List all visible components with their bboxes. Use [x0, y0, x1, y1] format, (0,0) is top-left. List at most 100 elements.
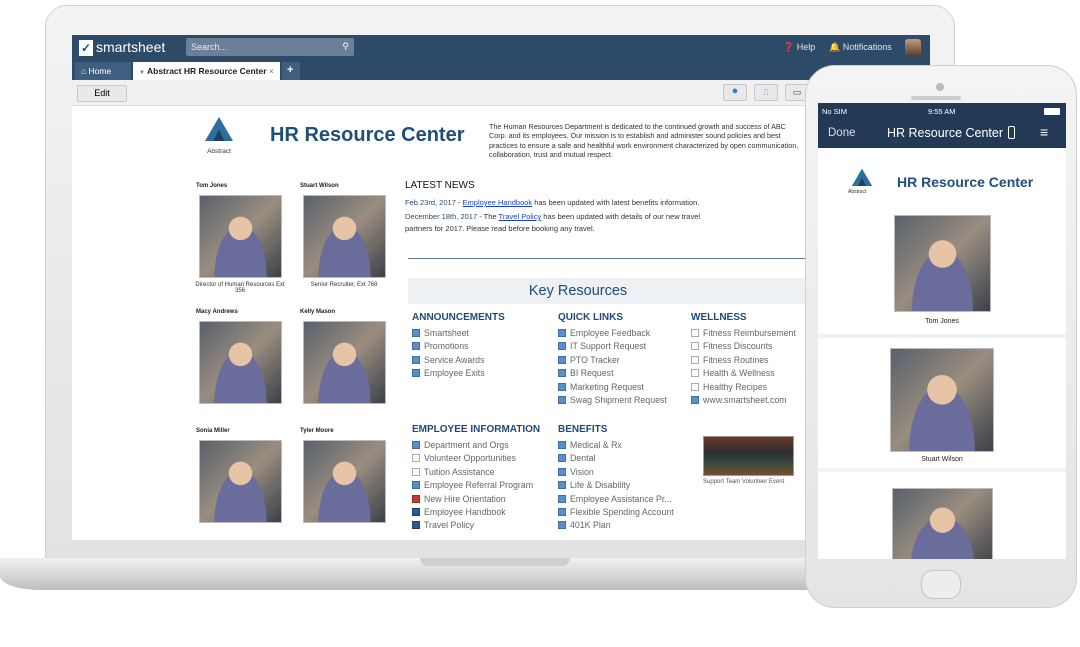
notifications-link[interactable]: 🔔 Notifications	[829, 42, 892, 53]
speaker-grille	[911, 96, 961, 100]
resource-link[interactable]: Fitness Discounts	[691, 341, 796, 354]
resource-link[interactable]: Employee Referral Program	[412, 480, 540, 493]
divider	[408, 258, 808, 259]
volunteer-event-photo[interactable]	[703, 436, 794, 476]
doc-icon	[412, 467, 420, 476]
resource-link[interactable]: Swag Shipment Request	[558, 395, 667, 408]
app-header: ✓ smartsheet Search... ⚲ ❓ Help 🔔 Notific…	[72, 35, 930, 62]
mobile-view-icon[interactable]	[1008, 126, 1015, 139]
resource-link-label: Life & Disability	[570, 480, 631, 491]
sheet-icon	[558, 521, 566, 530]
person-caption: Director of Human Resources Ext 356	[195, 282, 285, 294]
resource-link[interactable]: Fitness Reimbursement	[691, 328, 796, 341]
brand-name[interactable]: smartsheet	[96, 39, 165, 55]
resource-link[interactable]: BI Request	[558, 368, 667, 381]
add-tab-button[interactable]: +	[282, 62, 300, 80]
resource-link[interactable]: Life & Disability	[558, 480, 674, 493]
menu-icon[interactable]: ≡	[1040, 124, 1048, 140]
news-date: Feb 23rd, 2017	[405, 198, 456, 207]
home-button[interactable]	[921, 570, 961, 599]
resource-link-label: Dental	[570, 453, 596, 464]
abstract-logo-text: Abstract	[848, 189, 867, 195]
resource-link[interactable]: Fitness Routines	[691, 355, 796, 368]
doc-icon	[691, 369, 699, 378]
resource-link[interactable]: Medical & Rx	[558, 440, 674, 453]
resource-link-label: Healthy Recipes	[703, 381, 768, 392]
image-icon	[691, 342, 699, 351]
resource-link[interactable]: Marketing Request	[558, 382, 667, 395]
section-heading: QUICK LINKS	[558, 312, 623, 323]
resource-link-label: Employee Feedback	[570, 328, 651, 338]
sheet-icon	[558, 454, 566, 463]
search-input[interactable]: Search... ⚲	[186, 38, 354, 56]
resource-link[interactable]: www.smartsheet.com	[691, 395, 796, 408]
profile-photo[interactable]	[894, 215, 991, 312]
news-link[interactable]: Travel Policy	[499, 212, 542, 221]
profile-photo[interactable]	[303, 321, 386, 404]
resource-link[interactable]: Smartsheet	[412, 328, 505, 341]
help-link[interactable]: ❓ Help	[783, 42, 815, 53]
profile-photo[interactable]	[303, 195, 386, 278]
resource-link[interactable]: Tuition Assistance	[412, 467, 540, 480]
profile-photo[interactable]	[199, 321, 282, 404]
resource-link[interactable]: New Hire Orientation	[412, 494, 540, 507]
profile-photo[interactable]	[303, 440, 386, 523]
resource-link[interactable]: Volunteer Opportunities	[412, 453, 540, 466]
resource-section: BENEFITS Medical & Rx Dental Vision Life & D…	[558, 424, 674, 534]
tab-bar: ⌂ Home ▼ Abstract HR Resource Center × +	[72, 62, 930, 80]
resource-link[interactable]: Vision	[558, 467, 674, 480]
resource-section: ANNOUNCEMENTS Smartsheet Promotions Service…	[412, 312, 505, 382]
resource-link[interactable]: Promotions	[412, 341, 505, 354]
globe-icon[interactable]: ●	[723, 84, 747, 101]
resource-link-label: Employee Handbook	[424, 506, 506, 517]
news-separator: -	[455, 198, 463, 207]
done-button[interactable]: Done	[828, 127, 856, 139]
resource-link[interactable]: IT Support Request	[558, 341, 667, 354]
resource-link-label: Smartsheet	[424, 328, 469, 338]
resource-section: WELLNESS Fitness Reimbursement Fitness Dis…	[691, 312, 796, 408]
resource-link[interactable]: Health & Wellness	[691, 368, 796, 381]
news-item: Feb 23rd, 2017 - Employee Handbook has b…	[405, 197, 715, 209]
edit-button[interactable]: Edit	[77, 85, 127, 102]
profile-photo[interactable]	[199, 440, 282, 523]
resource-link[interactable]: Department and Orgs	[412, 440, 540, 453]
abstract-logo-icon	[851, 168, 873, 186]
resource-link[interactable]: Employee Feedback	[558, 328, 667, 341]
search-icon[interactable]: ⚲	[342, 41, 349, 52]
sheet-icon	[412, 342, 420, 351]
avatar[interactable]	[905, 39, 921, 57]
tab-home[interactable]: ⌂ Home	[75, 62, 131, 80]
news-link[interactable]: Employee Handbook	[463, 198, 533, 207]
sheet-icon	[412, 329, 420, 337]
tab-hr-resource-center[interactable]: ▼ Abstract HR Resource Center ×	[133, 62, 280, 80]
resource-link[interactable]: Flexible Spending Account	[558, 507, 674, 520]
profile-photo[interactable]	[199, 195, 282, 278]
resource-link[interactable]: Employee Exits	[412, 368, 505, 381]
laptop-notch	[420, 558, 570, 566]
resource-link[interactable]: 401K Plan	[558, 520, 674, 533]
sheet-icon	[558, 467, 566, 476]
phone-nav-title: HR Resource Center	[887, 126, 1004, 140]
resource-link[interactable]: Service Awards	[412, 355, 505, 368]
chevron-down-icon[interactable]: ▼	[139, 70, 145, 76]
person-name: Kelly Mason	[300, 309, 336, 315]
resource-section: EMPLOYEE INFORMATION Department and Orgs V…	[412, 424, 540, 534]
resource-link[interactable]: Employee Assistance Pr...	[558, 494, 674, 507]
resource-link-label: Vision	[570, 466, 594, 477]
resource-link[interactable]: Dental	[558, 453, 674, 466]
sheet-icon	[558, 494, 566, 503]
resource-link[interactable]: Travel Policy	[412, 520, 540, 533]
activity-icon[interactable]: ⎍	[754, 84, 778, 101]
abstract-logo-icon	[205, 117, 233, 141]
resource-link[interactable]: Employee Handbook	[412, 507, 540, 520]
section-heading: EMPLOYEE INFORMATION	[412, 424, 541, 435]
phone-screen: No SIM 9:55 AM Done HR Resource Center ≡…	[818, 103, 1066, 559]
resource-link-label: Department and Orgs	[424, 440, 509, 450]
profile-photo[interactable]	[892, 488, 993, 559]
profile-photo[interactable]	[890, 348, 994, 452]
resource-link[interactable]: Healthy Recipes	[691, 382, 796, 395]
volunteer-event-caption: Support Team Volunteer Event	[703, 479, 785, 485]
resource-link[interactable]: PTO Tracker	[558, 355, 667, 368]
close-icon[interactable]: ×	[269, 66, 274, 76]
sheet-icon	[412, 481, 420, 490]
